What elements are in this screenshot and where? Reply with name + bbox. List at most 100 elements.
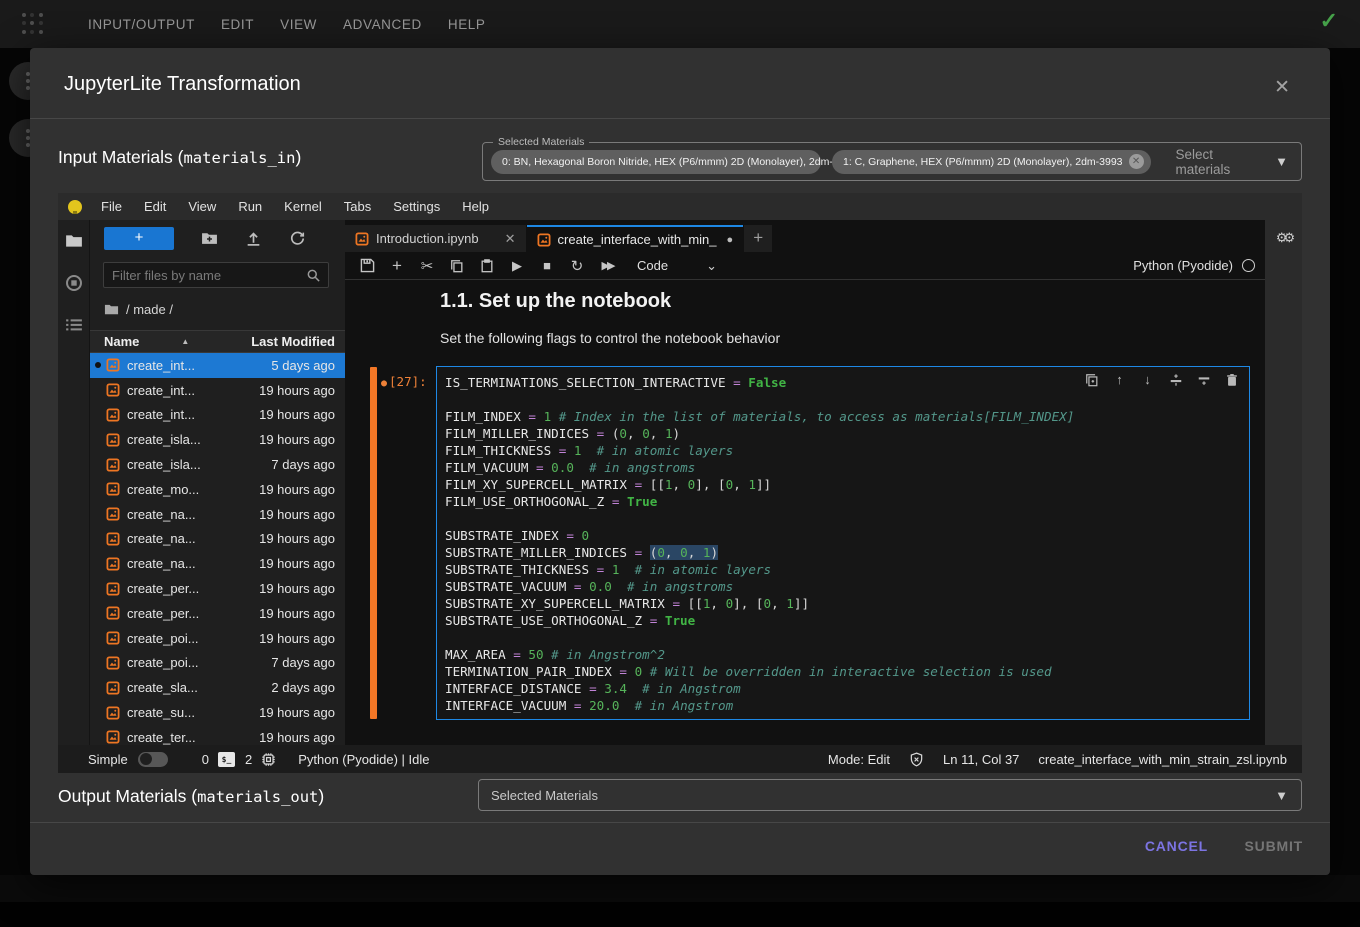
submit-button[interactable]: SUBMIT: [1245, 838, 1303, 854]
move-cell-up-icon[interactable]: ↑: [1112, 372, 1127, 387]
chip-remove-icon[interactable]: ✕: [1129, 154, 1144, 169]
jupyter-menu-help[interactable]: Help: [451, 199, 500, 214]
file-list-header[interactable]: Name ▲ Last Modified: [90, 330, 345, 353]
app-menu-help[interactable]: HELP: [448, 17, 486, 32]
add-cell-icon[interactable]: +: [389, 258, 405, 274]
status-filename[interactable]: create_interface_with_min_strain_zsl.ipy…: [1038, 752, 1287, 767]
terminal-icon[interactable]: $_: [218, 752, 235, 767]
code-line[interactable]: [445, 391, 1074, 408]
select-materials-placeholder[interactable]: Select materials: [1176, 147, 1267, 177]
markdown-paragraph[interactable]: Set the following flags to control the n…: [440, 330, 780, 346]
jupyter-menu-edit[interactable]: Edit: [133, 199, 177, 214]
check-icon[interactable]: ✓: [1320, 8, 1338, 34]
file-row[interactable]: create_per...19 hours ago: [90, 576, 345, 601]
file-row[interactable]: create_su...19 hours ago: [90, 700, 345, 725]
tab-close-icon[interactable]: ✕: [505, 231, 516, 247]
code-line[interactable]: SUBSTRATE_XY_SUPERCELL_MATRIX = [[1, 0],…: [445, 595, 1074, 612]
file-row[interactable]: create_int...19 hours ago: [90, 378, 345, 403]
kernel-status-text[interactable]: Python (Pyodide) | Idle: [298, 752, 429, 767]
cursor-position[interactable]: Ln 11, Col 37: [943, 752, 1019, 767]
run-all-icon[interactable]: ▶▶: [599, 258, 615, 274]
file-row[interactable]: create_int...19 hours ago: [90, 403, 345, 428]
selected-materials-field[interactable]: Selected Materials 0: BN, Hexagonal Boro…: [482, 142, 1302, 181]
lightbulb-icon[interactable]: [68, 200, 82, 214]
breadcrumb[interactable]: / made /: [104, 302, 173, 317]
tab-introduction-ipynb[interactable]: Introduction.ipynb✕: [345, 225, 526, 252]
cancel-button[interactable]: CANCEL: [1145, 838, 1208, 854]
jupyter-menu-kernel[interactable]: Kernel: [273, 199, 333, 214]
file-row[interactable]: create_ter...19 hours ago: [90, 725, 345, 745]
file-row[interactable]: create_isla...7 days ago: [90, 452, 345, 477]
file-row[interactable]: create_na...19 hours ago: [90, 502, 345, 527]
insert-cell-above-icon[interactable]: [1168, 372, 1183, 387]
file-row[interactable]: create_int...5 days ago: [90, 353, 345, 378]
paste-icon[interactable]: [479, 258, 495, 274]
markdown-heading[interactable]: 1.1. Set up the notebook: [440, 290, 671, 313]
kernel-name-button[interactable]: Python (Pyodide): [1133, 258, 1233, 273]
insert-cell-below-icon[interactable]: [1196, 372, 1211, 387]
jupyter-menu-settings[interactable]: Settings: [382, 199, 451, 214]
move-cell-down-icon[interactable]: ↓: [1140, 372, 1155, 387]
code-line[interactable]: TERMINATION_PAIR_INDEX = 0 # Will be ove…: [445, 663, 1074, 680]
simple-mode-toggle[interactable]: [138, 752, 168, 767]
new-launcher-button[interactable]: +: [104, 227, 174, 250]
kernel-chip-icon[interactable]: [261, 752, 276, 767]
code-line[interactable]: [445, 510, 1074, 527]
code-line[interactable]: INTERFACE_VACUUM = 20.0 # in Angstrom: [445, 697, 1074, 714]
file-row[interactable]: create_per...19 hours ago: [90, 601, 345, 626]
close-icon[interactable]: ✕: [1274, 76, 1290, 99]
cell-type-dropdown[interactable]: Code: [637, 258, 668, 273]
cut-icon[interactable]: ✂: [419, 258, 435, 274]
restart-kernel-icon[interactable]: ↻: [569, 258, 585, 274]
file-browser-icon[interactable]: [65, 232, 83, 250]
mode-indicator[interactable]: Mode: Edit: [828, 752, 890, 767]
duplicate-cell-icon[interactable]: [1084, 372, 1099, 387]
code-line[interactable]: SUBSTRATE_INDEX = 0: [445, 527, 1074, 544]
code-line[interactable]: FILM_THICKNESS = 1 # in atomic layers: [445, 442, 1074, 459]
material-chip[interactable]: 0: BN, Hexagonal Boron Nitride, HEX (P6/…: [491, 150, 821, 174]
app-menu-edit[interactable]: EDIT: [221, 17, 254, 32]
code-line[interactable]: SUBSTRATE_THICKNESS = 1 # in atomic laye…: [445, 561, 1074, 578]
code-line[interactable]: SUBSTRATE_USE_ORTHOGONAL_Z = True: [445, 612, 1074, 629]
file-row[interactable]: create_na...19 hours ago: [90, 527, 345, 552]
table-of-contents-icon[interactable]: [65, 316, 83, 334]
file-row[interactable]: create_mo...19 hours ago: [90, 477, 345, 502]
save-icon[interactable]: [359, 258, 375, 274]
file-row[interactable]: create_isla...19 hours ago: [90, 427, 345, 452]
app-menu-advanced[interactable]: ADVANCED: [343, 17, 422, 32]
app-menu-view[interactable]: VIEW: [280, 17, 317, 32]
active-cell-indicator[interactable]: [370, 367, 377, 719]
jupyter-menu-tabs[interactable]: Tabs: [333, 199, 382, 214]
refresh-icon[interactable]: [289, 230, 306, 247]
column-name[interactable]: Name: [104, 334, 139, 349]
column-last-modified[interactable]: Last Modified: [251, 334, 335, 349]
jupyter-menu-file[interactable]: File: [90, 199, 133, 214]
chevron-down-icon[interactable]: ⌄: [706, 258, 717, 274]
chevron-down-icon[interactable]: ▼: [1275, 154, 1288, 169]
add-tab-button[interactable]: +: [744, 225, 772, 252]
code-line[interactable]: SUBSTRATE_VACUUM = 0.0 # in angstroms: [445, 578, 1074, 595]
filter-files-input[interactable]: Filter files by name: [103, 262, 329, 288]
code-line[interactable]: MAX_AREA = 50 # in Angstrom^2: [445, 646, 1074, 663]
code-line[interactable]: IS_TERMINATIONS_SELECTION_INTERACTIVE = …: [445, 374, 1074, 391]
output-materials-dropdown[interactable]: Selected Materials ▼: [478, 779, 1302, 811]
code-cell-editor[interactable]: IS_TERMINATIONS_SELECTION_INTERACTIVE = …: [436, 366, 1250, 720]
tab-create-interface-with-min-[interactable]: create_interface_with_min_●: [527, 225, 744, 252]
app-logo-icon[interactable]: [22, 13, 44, 35]
app-menu-input-output[interactable]: INPUT/OUTPUT: [88, 17, 195, 32]
file-row[interactable]: create_poi...7 days ago: [90, 651, 345, 676]
material-chip[interactable]: 1: C, Graphene, HEX (P6/mmm) 2D (Monolay…: [832, 150, 1151, 174]
upload-icon[interactable]: [245, 230, 262, 247]
run-icon[interactable]: ▶: [509, 258, 525, 274]
running-sessions-icon[interactable]: [65, 274, 83, 292]
code-line[interactable]: FILM_VACUUM = 0.0 # in angstroms: [445, 459, 1074, 476]
file-row[interactable]: create_poi...19 hours ago: [90, 626, 345, 651]
kernel-status-icon[interactable]: [1242, 259, 1255, 272]
copy-icon[interactable]: [449, 258, 465, 274]
code-line[interactable]: FILM_XY_SUPERCELL_MATRIX = [[1, 0], [0, …: [445, 476, 1074, 493]
jupyter-menu-run[interactable]: Run: [227, 199, 273, 214]
shield-x-icon[interactable]: [909, 752, 924, 767]
code-line[interactable]: FILM_MILLER_INDICES = (0, 0, 1): [445, 425, 1074, 442]
delete-cell-icon[interactable]: [1224, 372, 1239, 387]
jupyter-menu-view[interactable]: View: [177, 199, 227, 214]
